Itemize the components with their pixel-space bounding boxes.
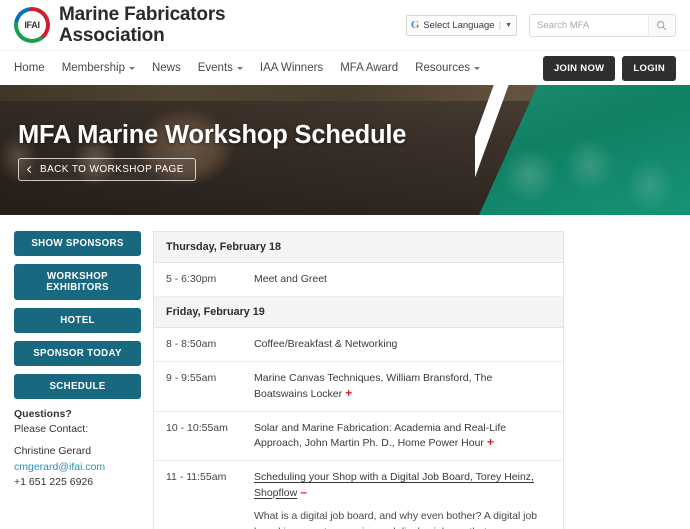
sidebar-button-show-sponsors[interactable]: SHOW SPONSORS [14, 231, 141, 256]
nav-label: Membership [61, 62, 125, 74]
page-title: MFA Marine Workshop Schedule [18, 121, 407, 149]
schedule-table: Thursday, February 18 5 - 6:30pm Meet an… [153, 231, 564, 529]
nav-item-iaa-winners[interactable]: IAA Winners [260, 62, 323, 74]
session-title-link[interactable]: Scheduling your Shop with a Digital Job … [254, 471, 534, 498]
hero-banner: MFA Marine Workshop Schedule BACK TO WOR… [0, 85, 690, 215]
chevron-down-icon: ▼ [505, 21, 512, 29]
page-root: IFAI Marine Fabricators Association G Se… [0, 0, 690, 529]
back-button-label: BACK TO WORKSHOP PAGE [40, 164, 184, 175]
brand-name-line1: Marine Fabricators [59, 3, 226, 25]
session-time: 9 - 9:55am [166, 372, 217, 385]
session-title: Marine Canvas Techniques, William Bransf… [254, 372, 493, 400]
nav-item-news[interactable]: News [152, 62, 181, 74]
contact-name: Christine Gerard [14, 445, 92, 458]
chevron-down-icon [236, 66, 243, 70]
nav-label: Resources [415, 62, 471, 74]
nav-item-mfa-award[interactable]: MFA Award [340, 62, 398, 74]
nav-list: Home Membership News Events IAA Winners … [14, 62, 481, 74]
back-to-workshop-button[interactable]: BACK TO WORKSHOP PAGE [18, 158, 196, 181]
nav-label: Events [197, 62, 233, 74]
schedule-row[interactable]: 10 - 10:55am Solar and Marine Fabricatio… [154, 412, 563, 462]
nav-label: Home [14, 62, 45, 74]
nav-label: News [151, 62, 181, 74]
ifai-logo-text: IFAI [24, 20, 40, 30]
search-box[interactable] [529, 13, 676, 37]
search-icon [657, 20, 667, 30]
main-content: SHOW SPONSORS WORKSHOP EXHIBITORS HOTEL … [0, 215, 690, 529]
brand-name-line2: Association [59, 25, 165, 46]
chevron-left-icon [26, 165, 35, 174]
main-navigation: Home Membership News Events IAA Winners … [0, 50, 690, 85]
session-title: Coffee/Breakfast & Networking [254, 338, 398, 351]
session-title: Solar and Marine Fabrication: Academia a… [254, 421, 507, 450]
session-description: What is a digital job board, and why eve… [254, 510, 538, 529]
search-input[interactable] [530, 14, 648, 36]
session-body: Scheduling your Shop with a Digital Job … [254, 470, 551, 529]
session-time: 10 - 10:55am [166, 421, 228, 434]
join-now-button[interactable]: JOIN NOW [542, 55, 616, 81]
contact-email-link[interactable]: cmgerard@ifai.com [14, 461, 105, 473]
hero-accent-panel [475, 85, 690, 215]
session-body: Solar and Marine Fabrication: Academia a… [254, 421, 551, 451]
ifai-logo-icon: IFAI [14, 7, 50, 43]
sidebar-button-workshop-exhibitors[interactable]: WORKSHOP EXHIBITORS [14, 264, 141, 300]
expand-plus-icon[interactable]: + [487, 435, 494, 449]
contact-heading: Questions? [14, 408, 72, 420]
contact-subheading: Please Contact: [14, 423, 89, 436]
nav-label: IAA Winners [259, 62, 324, 74]
session-body: Meet and Greet [254, 272, 551, 287]
sidebar-button-schedule[interactable]: SCHEDULE [14, 374, 141, 399]
nav-item-resources[interactable]: Resources [415, 62, 481, 74]
schedule-day-header: Thursday, February 18 [154, 232, 563, 263]
brand-logo-group[interactable]: IFAI Marine Fabricators Association [14, 3, 226, 47]
schedule-row-expanded[interactable]: 11 - 11:55am Scheduling your Shop with a… [154, 461, 563, 529]
contact-phone: +1 651 225 6926 [14, 475, 94, 488]
chevron-down-icon [128, 66, 135, 70]
chevron-down-icon [474, 66, 481, 70]
sidebar-button-hotel[interactable]: HOTEL [14, 308, 141, 333]
schedule-row[interactable]: 5 - 6:30pm Meet and Greet [154, 263, 563, 298]
language-selector-label: Select Language [423, 19, 495, 31]
expand-plus-icon[interactable]: + [345, 386, 352, 400]
nav-item-events[interactable]: Events [198, 62, 243, 74]
language-selector[interactable]: G Select Language | ▼ [405, 14, 517, 36]
collapse-minus-icon[interactable]: – [300, 485, 307, 499]
search-button[interactable] [648, 14, 674, 36]
site-header: IFAI Marine Fabricators Association G Se… [0, 0, 690, 50]
nav-item-membership[interactable]: Membership [62, 62, 135, 74]
brand-name: Marine Fabricators Association [59, 3, 226, 47]
session-body: Coffee/Breakfast & Networking [254, 337, 551, 352]
session-time: 8 - 8:50am [166, 338, 217, 351]
sidebar: SHOW SPONSORS WORKSHOP EXHIBITORS HOTEL … [0, 231, 141, 529]
nav-item-home[interactable]: Home [14, 62, 45, 74]
sidebar-button-sponsor-today[interactable]: SPONSOR TODAY [14, 341, 141, 366]
nav-label: MFA Award [340, 62, 399, 74]
session-body: Marine Canvas Techniques, William Bransf… [254, 371, 551, 401]
header-utilities: G Select Language | ▼ [405, 13, 676, 37]
session-time: 5 - 6:30pm [166, 273, 217, 285]
google-icon: G [410, 19, 420, 31]
contact-block: Questions? Please Contact: Christine Ger… [14, 407, 141, 490]
divider: | [498, 19, 502, 31]
login-button[interactable]: LOGIN [622, 55, 676, 81]
session-title: Meet and Greet [254, 273, 327, 285]
nav-actions: JOIN NOW LOGIN [542, 55, 676, 81]
hero-accent-photo [475, 85, 690, 215]
schedule-row[interactable]: 8 - 8:50am Coffee/Breakfast & Networking [154, 328, 563, 363]
schedule-row[interactable]: 9 - 9:55am Marine Canvas Techniques, Wil… [154, 362, 563, 412]
session-time: 11 - 11:55am [166, 471, 227, 484]
schedule-day-header: Friday, February 19 [154, 297, 563, 329]
